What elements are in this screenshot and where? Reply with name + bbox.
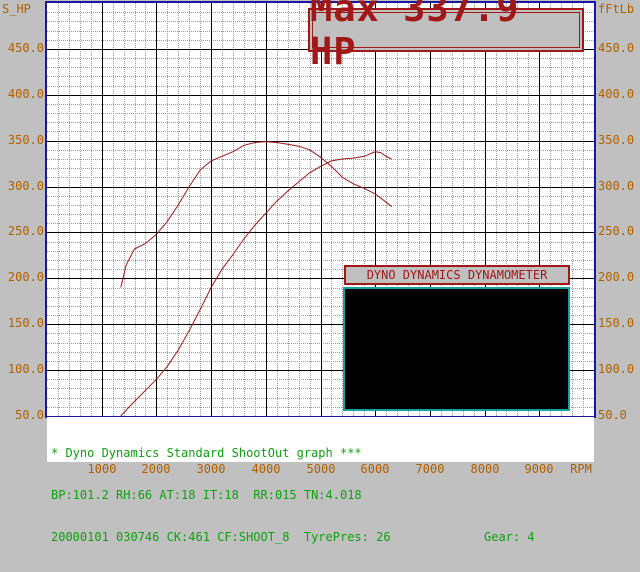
y-right-tick-label: 350.0 [598, 133, 635, 147]
max-power-readout: Max 337.9 HP [308, 0, 584, 73]
y-right-tick-label: 200.0 [598, 270, 635, 284]
y-right-tick-label: 150.0 [598, 316, 635, 330]
y-left-tick-label: 350.0 [7, 133, 44, 147]
y-right-tick-label: 50.0 [598, 408, 627, 422]
y-left-tick-label: 300.0 [7, 179, 44, 193]
y-right-tick-label: 300.0 [598, 179, 635, 193]
info-line-1: * Dyno Dynamics Standard ShootOut graph … [51, 446, 362, 460]
y-left-tick-label: 450.0 [7, 41, 44, 55]
y-left-tick-label: 150.0 [7, 316, 44, 330]
y-left-tick-label: 50.0 [15, 408, 44, 422]
y-right-tick-label: 100.0 [598, 362, 635, 376]
y-left-tick-label: 200.0 [7, 270, 44, 284]
info-line-3: 20000101 030746 CK:461 CF:SHOOT_8 TyrePr… [51, 530, 594, 544]
y-right-tick-label: 250.0 [598, 224, 635, 238]
y-left-tick-label: 250.0 [7, 224, 44, 238]
info-line-3-left: 20000101 030746 CK:461 CF:SHOOT_8 TyrePr… [51, 530, 391, 544]
run-info-panel: * Dyno Dynamics Standard ShootOut graph … [47, 417, 594, 544]
y-right-tick-label: 400.0 [598, 87, 635, 101]
gear-readout: Gear: 4 [484, 530, 535, 544]
y-left-tick-label: 400.0 [7, 87, 44, 101]
dynamometer-title-box: DYNO DYNAMICS DYNAMOMETER [344, 265, 570, 285]
dyno-chart-window: S_HP fFtLb 450.0 400.0 350.0 300.0 250.0 200.… [0, 0, 640, 544]
y-right-tick-label: 450.0 [598, 41, 635, 55]
legend-panel [343, 287, 570, 411]
y-left-tick-label: 100.0 [7, 362, 44, 376]
info-line-2: BP:101.2 RH:66 AT:18 IT:18 RR:015 TN:4.0… [51, 488, 362, 502]
